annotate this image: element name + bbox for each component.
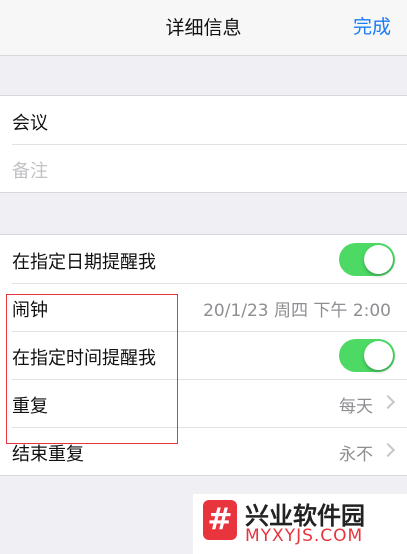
- end-repeat-value: 永不: [339, 445, 373, 465]
- remind-at-time-row: 在指定时间提醒我: [0, 331, 407, 379]
- alarm-label: 闹钟: [12, 300, 48, 321]
- chevron-right-icon: [380, 394, 396, 410]
- navigation-bar: 详细信息 完成: [0, 0, 407, 56]
- site-watermark: # 兴业软件园 MYXYJS.COM: [193, 494, 407, 554]
- watermark-logo-icon: #: [203, 500, 237, 540]
- toggle-knob: [364, 245, 393, 274]
- title-field[interactable]: 会议: [0, 96, 407, 144]
- title-text[interactable]: 会议: [12, 109, 48, 135]
- chevron-right-icon: [380, 442, 396, 458]
- remind-on-day-toggle[interactable]: [339, 243, 395, 276]
- toggle-knob: [364, 341, 393, 370]
- notes-placeholder[interactable]: 备注: [12, 157, 48, 183]
- page-title: 详细信息: [165, 17, 242, 39]
- end-repeat-label: 结束重复: [12, 444, 84, 465]
- alarm-value[interactable]: 20/1/23 周四 下午 2:00: [203, 296, 391, 321]
- reminder-group: 在指定日期提醒我 闹钟 20/1/23 周四 下午 2:00 在指定时间提醒我 …: [0, 234, 407, 476]
- remind-at-time-label: 在指定时间提醒我: [12, 348, 156, 369]
- remind-on-day-row: 在指定日期提醒我: [0, 235, 407, 283]
- repeat-label: 重复: [12, 396, 48, 417]
- notes-field[interactable]: 备注: [0, 144, 407, 192]
- title-notes-group: 会议 备注: [0, 95, 407, 193]
- end-repeat-row[interactable]: 结束重复 永不: [0, 427, 407, 475]
- remind-on-day-label: 在指定日期提醒我: [12, 252, 156, 273]
- alarm-row[interactable]: 闹钟 20/1/23 周四 下午 2:00: [0, 283, 407, 331]
- done-button[interactable]: 完成: [353, 12, 391, 39]
- repeat-row[interactable]: 重复 每天: [0, 379, 407, 427]
- watermark-url: MYXYJS.COM: [245, 526, 364, 546]
- repeat-value: 每天: [339, 397, 373, 417]
- remind-at-time-toggle[interactable]: [339, 339, 395, 372]
